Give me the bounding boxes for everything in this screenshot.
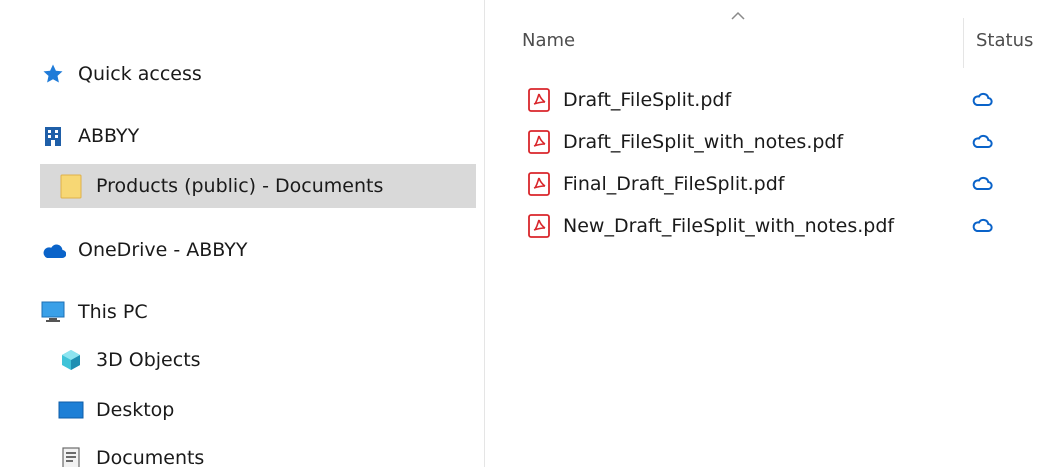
pdf-file-icon [528, 214, 550, 238]
nav-item-label: Documents [96, 447, 205, 467]
monitor-icon [40, 299, 66, 325]
nav-item-label: This PC [78, 301, 148, 323]
cloud-icon [972, 92, 993, 106]
desktop-icon [58, 397, 84, 423]
cloud-icon [972, 218, 993, 232]
nav-item-label: ABBYY [78, 125, 140, 147]
nav-item-onedrive-abbyy[interactable]: OneDrive - ABBYY [40, 228, 248, 272]
file-name: Draft_FileSplit.pdf [563, 89, 732, 111]
nav-item-abbyy[interactable]: ABBYY [40, 114, 139, 158]
nav-item-products-public-documents[interactable]: Products (public) - Documents [40, 164, 476, 208]
cloud-icon [972, 176, 993, 190]
nav-item-label: Products (public) - Documents [96, 175, 384, 197]
3d-objects-icon [58, 347, 84, 373]
documents-icon [58, 445, 84, 467]
navigation-pane: Quick access ABBYY Products (public) - D… [0, 0, 484, 467]
column-header-status[interactable]: Status [976, 30, 1033, 51]
column-separator[interactable] [963, 18, 964, 68]
nav-item-desktop[interactable]: Desktop [58, 388, 174, 432]
file-name: Draft_FileSplit_with_notes.pdf [563, 131, 844, 153]
file-name: New_Draft_FileSplit_with_notes.pdf [563, 215, 895, 237]
file-row[interactable]: New_Draft_FileSplit_with_notes.pdf [485, 206, 1055, 246]
nav-item-3d-objects[interactable]: 3D Objects [58, 338, 201, 382]
nav-item-label: OneDrive - ABBYY [78, 239, 248, 261]
file-row[interactable]: Draft_FileSplit_with_notes.pdf [485, 122, 1055, 162]
nav-item-quick-access[interactable]: Quick access [40, 52, 202, 96]
nav-item-label: Desktop [96, 399, 175, 421]
pdf-file-icon [528, 130, 550, 154]
star-icon [40, 61, 66, 87]
file-row[interactable]: Final_Draft_FileSplit.pdf [485, 164, 1055, 204]
pdf-file-icon [528, 88, 550, 112]
nav-item-label: Quick access [78, 63, 202, 85]
sort-ascending-icon [731, 11, 745, 20]
pdf-file-icon [528, 172, 550, 196]
onedrive-cloud-icon [40, 237, 66, 263]
nav-item-label: 3D Objects [96, 349, 201, 371]
folder-icon [58, 173, 84, 199]
nav-item-documents[interactable]: Documents [58, 436, 204, 467]
cloud-icon [972, 134, 993, 148]
building-icon [40, 123, 66, 149]
file-name: Final_Draft_FileSplit.pdf [563, 173, 785, 195]
column-header-name[interactable]: Name [522, 30, 575, 51]
nav-item-this-pc[interactable]: This PC [40, 290, 148, 334]
file-row[interactable]: Draft_FileSplit.pdf [485, 80, 1055, 120]
